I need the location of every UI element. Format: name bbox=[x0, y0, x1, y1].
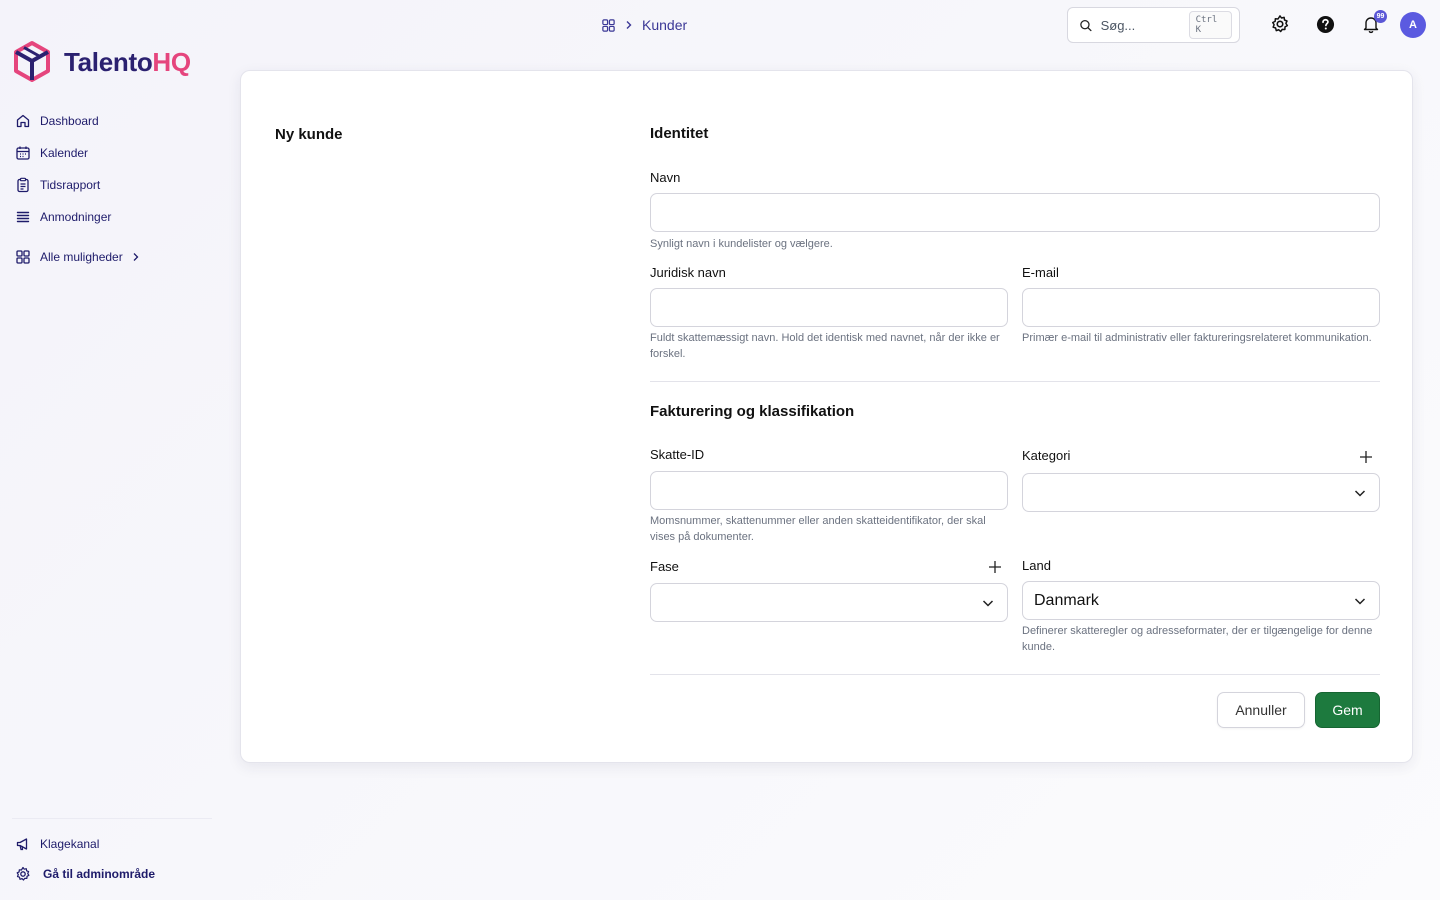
country-help: Definerer skatteregler og adresseformate… bbox=[1022, 625, 1373, 653]
logo[interactable]: TalentoHQ bbox=[12, 40, 191, 84]
country-select[interactable]: Danmark bbox=[1022, 581, 1380, 620]
sidebar-bottom-nav: Klagekanal Gå til adminområde bbox=[15, 834, 155, 894]
category-label: Kategori bbox=[1022, 448, 1071, 463]
sidebar-divider bbox=[12, 818, 212, 819]
sidebar-item-admin[interactable]: Gå til adminområde bbox=[15, 864, 155, 884]
section-divider bbox=[650, 381, 1380, 382]
chevron-down-icon bbox=[1354, 489, 1366, 497]
logo-wordmark: TalentoHQ bbox=[64, 46, 191, 77]
country-value: Danmark bbox=[1034, 591, 1099, 609]
tax-id-label: Skatte-ID bbox=[650, 447, 705, 462]
name-help: Synligt navn i kundelister og vælgere. bbox=[650, 238, 833, 250]
search-input[interactable] bbox=[1100, 17, 1181, 33]
search-shortcut: Ctrl K bbox=[1188, 11, 1232, 39]
phase-select[interactable] bbox=[650, 583, 1008, 622]
grid-icon[interactable] bbox=[601, 18, 616, 33]
name-label: Navn bbox=[650, 170, 681, 185]
save-button[interactable]: Gem bbox=[1315, 692, 1380, 728]
section-title-billing: Fakturering og klassifikation bbox=[650, 403, 855, 420]
megaphone-icon bbox=[16, 838, 28, 851]
add-phase-icon[interactable] bbox=[988, 560, 1002, 574]
search-box[interactable]: Ctrl K bbox=[1067, 7, 1240, 43]
category-select[interactable] bbox=[1022, 473, 1380, 512]
name-input[interactable] bbox=[650, 193, 1380, 232]
add-category-icon[interactable] bbox=[1359, 450, 1373, 464]
help-icon bbox=[1316, 15, 1334, 33]
sidebar-item-anmodninger[interactable]: Anmodninger bbox=[15, 207, 111, 227]
home-icon bbox=[16, 114, 30, 128]
clipboard-icon bbox=[17, 177, 29, 193]
email-label: E-mail bbox=[1022, 265, 1059, 280]
chevron-right-icon bbox=[133, 253, 139, 261]
calendar-icon bbox=[16, 146, 30, 160]
avatar[interactable]: A bbox=[1400, 12, 1426, 38]
list-icon bbox=[16, 211, 30, 223]
breadcrumb-current[interactable]: Kunder bbox=[642, 17, 687, 33]
gear-icon bbox=[1272, 15, 1289, 33]
sidebar-item-label: Kalender bbox=[40, 146, 89, 160]
breadcrumb: Kunder bbox=[601, 15, 687, 35]
actions-divider bbox=[650, 674, 1380, 675]
legal-name-input[interactable] bbox=[650, 288, 1008, 327]
sidebar-item-label: Tidsrapport bbox=[40, 178, 101, 192]
sidebar-item-dashboard[interactable]: Dashboard bbox=[15, 111, 111, 131]
page-title: Ny kunde bbox=[275, 126, 343, 143]
customer-form-card: Ny kunde Identitet Navn Synligt navn i k… bbox=[240, 70, 1413, 763]
legal-name-label: Juridisk navn bbox=[650, 265, 726, 280]
sidebar-item-label: Dashboard bbox=[40, 114, 99, 128]
sidebar-item-kalender[interactable]: Kalender bbox=[15, 143, 111, 163]
cancel-button[interactable]: Annuller bbox=[1217, 692, 1305, 728]
sidebar-item-label: Alle muligheder bbox=[40, 250, 123, 264]
sidebar-item-label: Anmodninger bbox=[40, 210, 112, 224]
gear-icon bbox=[16, 866, 30, 881]
sidebar-item-klagekanal[interactable]: Klagekanal bbox=[15, 834, 155, 854]
chevron-down-icon bbox=[982, 599, 994, 607]
tax-id-input[interactable] bbox=[650, 471, 1008, 510]
search-icon bbox=[1080, 19, 1092, 31]
sidebar-nav: Dashboard Kalender Tidsrapport Anmodning… bbox=[15, 111, 111, 239]
email-input[interactable] bbox=[1022, 288, 1380, 327]
section-title-identity: Identitet bbox=[650, 125, 709, 142]
sidebar-item-label: Gå til adminområde bbox=[43, 867, 156, 881]
email-help: Primær e-mail til administrativ eller fa… bbox=[1022, 332, 1372, 344]
country-label: Land bbox=[1022, 558, 1051, 573]
legal-name-help: Fuldt skattemæssigt navn. Hold det ident… bbox=[650, 332, 1000, 360]
sidebar-item-tidsrapport[interactable]: Tidsrapport bbox=[15, 175, 111, 195]
phase-label: Fase bbox=[650, 559, 679, 574]
chevron-right-icon bbox=[626, 21, 632, 29]
logo-cube-icon bbox=[14, 41, 50, 82]
sidebar-item-label: Klagekanal bbox=[40, 837, 100, 851]
sidebar: TalentoHQ Dashboard Kalender Tidsrapport… bbox=[0, 0, 215, 900]
settings-button[interactable] bbox=[1269, 13, 1291, 35]
grid-icon bbox=[16, 250, 30, 264]
chevron-down-icon bbox=[1354, 597, 1366, 605]
notifications-badge: 99 bbox=[1374, 10, 1387, 23]
help-button[interactable] bbox=[1314, 13, 1336, 35]
tax-id-help: Momsnummer, skattenummer eller anden ska… bbox=[650, 515, 986, 543]
sidebar-item-all-options[interactable]: Alle muligheder bbox=[15, 249, 140, 265]
